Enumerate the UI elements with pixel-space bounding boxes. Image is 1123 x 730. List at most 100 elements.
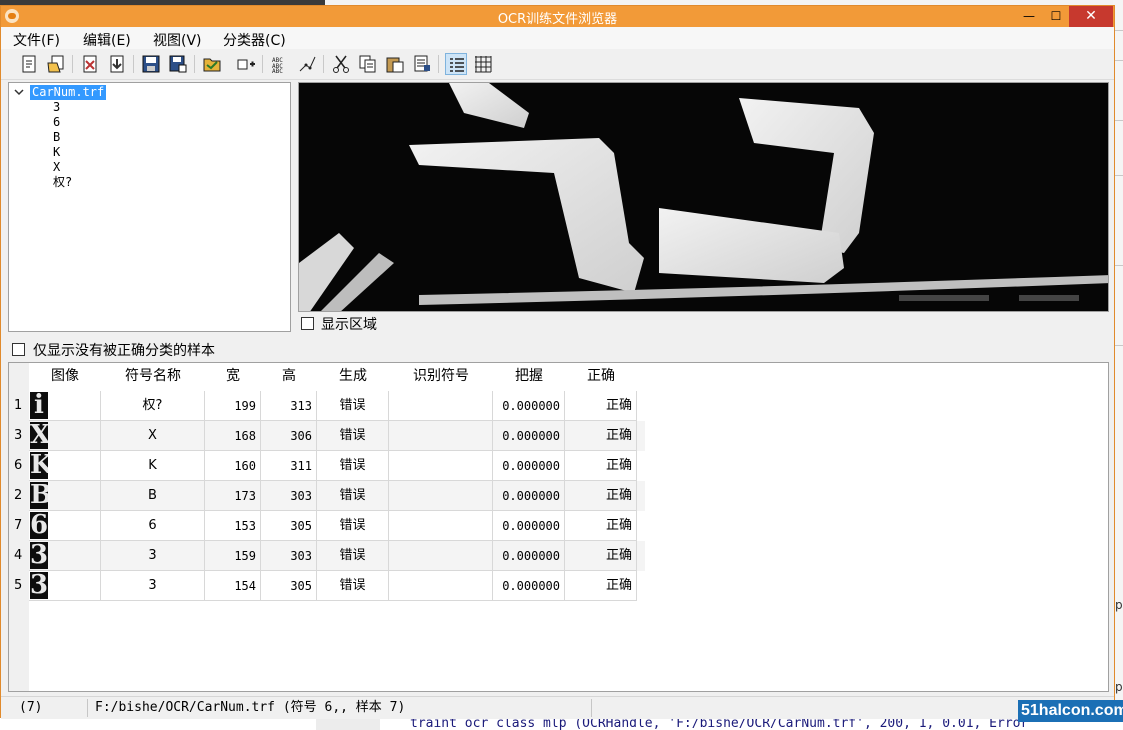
cell-symbol[interactable]: X [101,421,205,451]
menu-edit[interactable]: 编辑(E) [83,30,131,50]
cell-recognized[interactable] [389,541,493,571]
tree-item[interactable]: K [53,145,60,160]
list-view-icon[interactable] [445,53,467,75]
cell-correct[interactable]: 正确 [565,391,637,421]
cell-image[interactable]: 3 [29,541,101,571]
delete-icon[interactable] [411,53,433,75]
cell-confidence[interactable]: 0.000000 [493,541,565,571]
column-header-generated[interactable]: 生成 [317,363,389,391]
edit-points-icon[interactable] [296,53,318,75]
cell-recognized[interactable] [389,481,493,511]
cell-height[interactable]: 313 [261,391,317,421]
cell-symbol[interactable]: 3 [101,571,205,601]
export-icon[interactable] [106,53,128,75]
menu-classifier[interactable]: 分类器(C) [223,30,286,50]
cell-height[interactable]: 303 [261,541,317,571]
tree-item[interactable]: X [53,160,60,175]
cell-correct[interactable]: 正确 [565,481,637,511]
tree-item[interactable]: 权? [53,175,72,190]
copy-icon[interactable] [357,53,379,75]
tree-root-file[interactable]: CarNum.trf [30,85,107,100]
tree-item[interactable]: B [53,130,60,145]
cell-width[interactable]: 199 [205,391,261,421]
sample-image-view[interactable] [298,82,1109,312]
minimize-button[interactable]: — [1015,6,1043,27]
cell-symbol[interactable]: 3 [101,541,205,571]
cell-image[interactable]: X [29,421,101,451]
cell-width[interactable]: 168 [205,421,261,451]
cell-height[interactable]: 305 [261,571,317,601]
cell-generated[interactable]: 错误 [317,481,389,511]
column-header-symbol[interactable]: 符号名称 [101,363,205,391]
cell-height[interactable]: 303 [261,481,317,511]
cell-confidence[interactable]: 0.000000 [493,391,565,421]
maximize-button[interactable]: ☐ [1042,6,1070,27]
samples-table[interactable]: 图像 符号名称 宽 高 生成 识别符号 把握 正确 1 i 权? 199 313 错误 0.… [8,362,1109,692]
cell-symbol[interactable]: 权? [101,391,205,421]
close-button[interactable]: ✕ [1069,6,1113,27]
cell-height[interactable]: 306 [261,421,317,451]
open-file-icon[interactable] [45,53,67,75]
row-index[interactable]: 1 [9,391,29,421]
tree-item[interactable]: 6 [53,115,60,130]
cell-confidence[interactable]: 0.000000 [493,481,565,511]
cell-correct[interactable]: 正确 [565,451,637,481]
tree-item[interactable]: 3 [53,100,60,115]
show-area-checkbox[interactable] [301,317,314,330]
cell-width[interactable]: 173 [205,481,261,511]
cell-recognized[interactable] [389,421,493,451]
column-header-height[interactable]: 高 [261,363,317,391]
row-index[interactable]: 6 [9,451,29,481]
menu-view[interactable]: 视图(V) [153,30,202,50]
cell-symbol[interactable]: 6 [101,511,205,541]
cell-confidence[interactable]: 0.000000 [493,451,565,481]
cell-correct[interactable]: 正确 [565,571,637,601]
cell-height[interactable]: 305 [261,511,317,541]
cell-image[interactable]: K [29,451,101,481]
abc-text-icon[interactable]: ABC ABC ABC [269,53,291,75]
cell-image[interactable]: 3 [29,571,101,601]
chevron-down-icon[interactable] [14,87,24,97]
row-index[interactable]: 2 [9,481,29,511]
cell-width[interactable]: 160 [205,451,261,481]
cell-image[interactable]: 6 [29,511,101,541]
cell-width[interactable]: 154 [205,571,261,601]
cell-confidence[interactable]: 0.000000 [493,421,565,451]
cell-symbol[interactable]: B [101,481,205,511]
cell-correct[interactable]: 正确 [565,421,637,451]
add-sample-icon[interactable] [235,53,257,75]
cell-height[interactable]: 311 [261,451,317,481]
cell-recognized[interactable] [389,571,493,601]
column-header-confidence[interactable]: 把握 [493,363,565,391]
cell-image[interactable]: B [29,481,101,511]
cell-generated[interactable]: 错误 [317,451,389,481]
cell-correct[interactable]: 正确 [565,541,637,571]
new-file-icon[interactable] [18,53,40,75]
cell-recognized[interactable] [389,511,493,541]
column-header-recognized[interactable]: 识别符号 [389,363,493,391]
cell-confidence[interactable]: 0.000000 [493,571,565,601]
column-header-image[interactable]: 图像 [29,363,101,391]
cell-width[interactable]: 159 [205,541,261,571]
column-header-correct[interactable]: 正确 [565,363,637,391]
cell-generated[interactable]: 错误 [317,391,389,421]
row-index[interactable]: 4 [9,541,29,571]
cell-width[interactable]: 153 [205,511,261,541]
grid-view-icon[interactable] [472,53,494,75]
row-index[interactable]: 7 [9,511,29,541]
save-icon[interactable] [140,53,162,75]
row-index[interactable]: 3 [9,421,29,451]
import-icon[interactable] [79,53,101,75]
filter-misclassified-checkbox[interactable] [12,343,25,356]
cell-confidence[interactable]: 0.000000 [493,511,565,541]
symbol-tree[interactable]: CarNum.trf 3 6 B K X 权? [8,82,291,332]
cell-generated[interactable]: 错误 [317,421,389,451]
cell-image[interactable]: i [29,391,101,421]
cell-generated[interactable]: 错误 [317,541,389,571]
column-header-width[interactable]: 宽 [205,363,261,391]
cell-symbol[interactable]: K [101,451,205,481]
title-bar[interactable]: OCR训练文件浏览器 — ☐ ✕ [1,6,1114,27]
cell-generated[interactable]: 错误 [317,571,389,601]
cell-correct[interactable]: 正确 [565,511,637,541]
menu-file[interactable]: 文件(F) [13,30,60,50]
